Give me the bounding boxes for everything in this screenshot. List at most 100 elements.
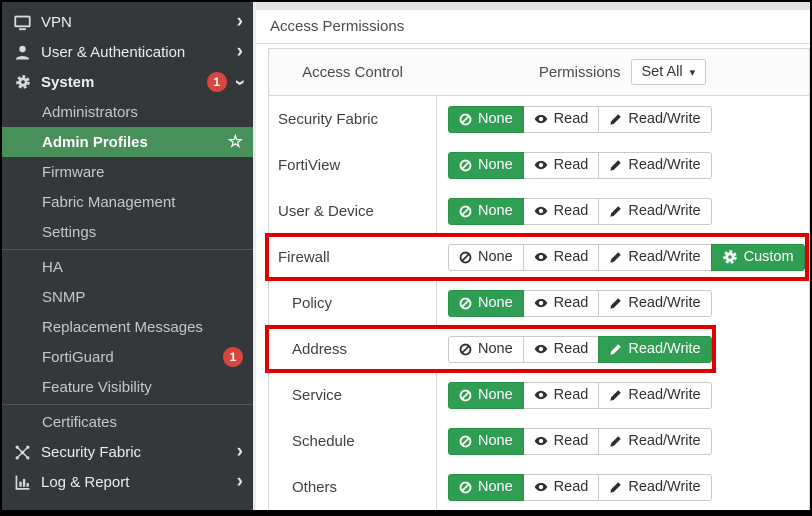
- sidebar-item-snmp[interactable]: SNMP: [2, 282, 253, 312]
- none-button[interactable]: None: [448, 336, 524, 363]
- sidebar-item-log-and-report[interactable]: Log & Report›: [2, 467, 253, 497]
- notification-badge: 1: [207, 72, 227, 92]
- read-button[interactable]: Read: [523, 336, 600, 363]
- page-title: Access Permissions: [270, 18, 404, 35]
- ban-icon: [459, 435, 472, 448]
- none-button[interactable]: None: [448, 244, 524, 271]
- button-label: Read/Write: [628, 479, 700, 495]
- read-write-button[interactable]: Read/Write: [598, 290, 711, 317]
- read-button[interactable]: Read: [523, 106, 600, 133]
- main-panel: Access Permissions Access Control Permis…: [256, 2, 810, 510]
- none-button[interactable]: None: [448, 474, 524, 501]
- permission-row-label: Firewall: [269, 249, 436, 266]
- button-label: Read/Write: [628, 295, 700, 311]
- custom-button[interactable]: Custom: [711, 244, 805, 271]
- button-label: None: [478, 341, 513, 357]
- read-write-button[interactable]: Read/Write: [598, 152, 711, 179]
- permission-row-label: Others: [269, 479, 436, 496]
- read-button[interactable]: Read: [523, 290, 600, 317]
- read-button[interactable]: Read: [523, 152, 600, 179]
- eye-icon: [534, 158, 548, 172]
- sidebar-item-admin-profiles[interactable]: Admin Profiles ☆: [2, 127, 253, 157]
- sidebar-item-ha[interactable]: HA: [2, 252, 253, 282]
- permission-row-address: AddressNoneReadRead/Write: [269, 326, 809, 372]
- chart-icon: [14, 474, 31, 491]
- read-button[interactable]: Read: [523, 474, 600, 501]
- sidebar-item-certificates[interactable]: Certificates: [2, 407, 253, 437]
- sidebar-item-label: Log & Report: [41, 474, 129, 491]
- permission-row-service: ServiceNoneReadRead/Write: [269, 372, 809, 418]
- read-write-button[interactable]: Read/Write: [598, 198, 711, 225]
- read-write-button[interactable]: Read/Write: [598, 106, 711, 133]
- read-button[interactable]: Read: [523, 244, 600, 271]
- button-label: None: [478, 249, 513, 265]
- sidebar-item-firmware[interactable]: Firmware: [2, 157, 253, 187]
- ban-icon: [459, 389, 472, 402]
- permission-button-group: NoneRead Read/Write: [436, 290, 712, 317]
- none-button[interactable]: None: [448, 198, 524, 225]
- permissions-header-label: Permissions: [539, 64, 621, 81]
- read-button[interactable]: Read: [523, 382, 600, 409]
- sidebar-item-settings[interactable]: Settings: [2, 217, 253, 247]
- button-label: Read/Write: [628, 341, 700, 357]
- chevron-right-icon: ›: [237, 12, 243, 31]
- ban-icon: [459, 205, 472, 218]
- pencil-icon: [609, 481, 622, 494]
- sidebar-item-administrators[interactable]: Administrators: [2, 97, 253, 127]
- button-label: Read/Write: [628, 157, 700, 173]
- read-write-button[interactable]: Read/Write: [598, 474, 711, 501]
- set-all-button[interactable]: Set All ▾: [631, 59, 707, 85]
- eye-icon: [534, 250, 548, 264]
- notification-badge: 1: [223, 347, 243, 367]
- none-button[interactable]: None: [448, 290, 524, 317]
- permission-row-label: FortiView: [269, 157, 436, 174]
- ban-icon: [459, 251, 472, 264]
- button-label: None: [478, 433, 513, 449]
- chevron-down-icon: ›: [230, 79, 249, 85]
- permission-row-schedule: ScheduleNoneReadRead/Write: [269, 418, 809, 464]
- table-body: Security FabricNoneReadRead/WriteFortiVi…: [269, 96, 809, 510]
- permission-row-others: Others None Read Read/Write: [269, 464, 809, 510]
- sidebar-item-system[interactable]: System1›: [2, 67, 253, 97]
- permissions-column-header: Permissions Set All ▾: [436, 49, 809, 95]
- sidebar-item-user-and-authentication[interactable]: User & Authentication›: [2, 37, 253, 67]
- sidebar-item-label: Certificates: [42, 414, 117, 431]
- fabric-icon: [14, 444, 31, 461]
- eye-icon: [534, 434, 548, 448]
- read-button[interactable]: Read: [523, 428, 600, 455]
- read-write-button[interactable]: Read/Write: [598, 244, 711, 271]
- sidebar-item-fabric-management[interactable]: Fabric Management: [2, 187, 253, 217]
- read-write-button[interactable]: Read/Write: [598, 382, 711, 409]
- sidebar-item-fortiguard[interactable]: FortiGuard1: [2, 342, 253, 372]
- eye-icon: [534, 112, 548, 126]
- eye-icon: [534, 296, 548, 310]
- permission-row-inner: ServiceNoneReadRead/Write: [269, 375, 712, 415]
- sidebar-item-security-fabric[interactable]: Security Fabric›: [2, 437, 253, 467]
- read-button[interactable]: Read: [523, 198, 600, 225]
- none-button[interactable]: None: [448, 152, 524, 179]
- none-button[interactable]: None: [448, 428, 524, 455]
- button-label: None: [478, 479, 513, 495]
- permission-row-inner: Others None Read Read/Write: [269, 467, 712, 507]
- permission-row-inner: User & DeviceNoneReadRead/Write: [269, 191, 712, 231]
- button-label: Read/Write: [628, 111, 700, 127]
- none-button[interactable]: None: [448, 106, 524, 133]
- sidebar-item-label: Admin Profiles: [42, 134, 148, 151]
- sidebar-item-feature-visibility[interactable]: Feature Visibility: [2, 372, 253, 402]
- ban-icon: [459, 113, 472, 126]
- button-label: Read/Write: [628, 387, 700, 403]
- read-write-button[interactable]: Read/Write: [598, 428, 711, 455]
- button-label: None: [478, 111, 513, 127]
- permission-row-security-fabric: Security FabricNoneReadRead/Write: [269, 96, 809, 142]
- sidebar-item-replacement-messages[interactable]: Replacement Messages: [2, 312, 253, 342]
- button-label: Read/Write: [628, 203, 700, 219]
- none-button[interactable]: None: [448, 382, 524, 409]
- set-all-label: Set All: [642, 64, 683, 80]
- pencil-icon: [609, 113, 622, 126]
- sidebar-item-vpn[interactable]: VPN›: [2, 7, 253, 37]
- chevron-right-icon: ›: [237, 42, 243, 61]
- button-label: Read: [554, 157, 589, 173]
- permission-row-user-and-device: User & DeviceNoneReadRead/Write: [269, 188, 809, 234]
- read-write-button[interactable]: Read/Write: [598, 336, 711, 363]
- star-icon[interactable]: ☆: [228, 132, 243, 152]
